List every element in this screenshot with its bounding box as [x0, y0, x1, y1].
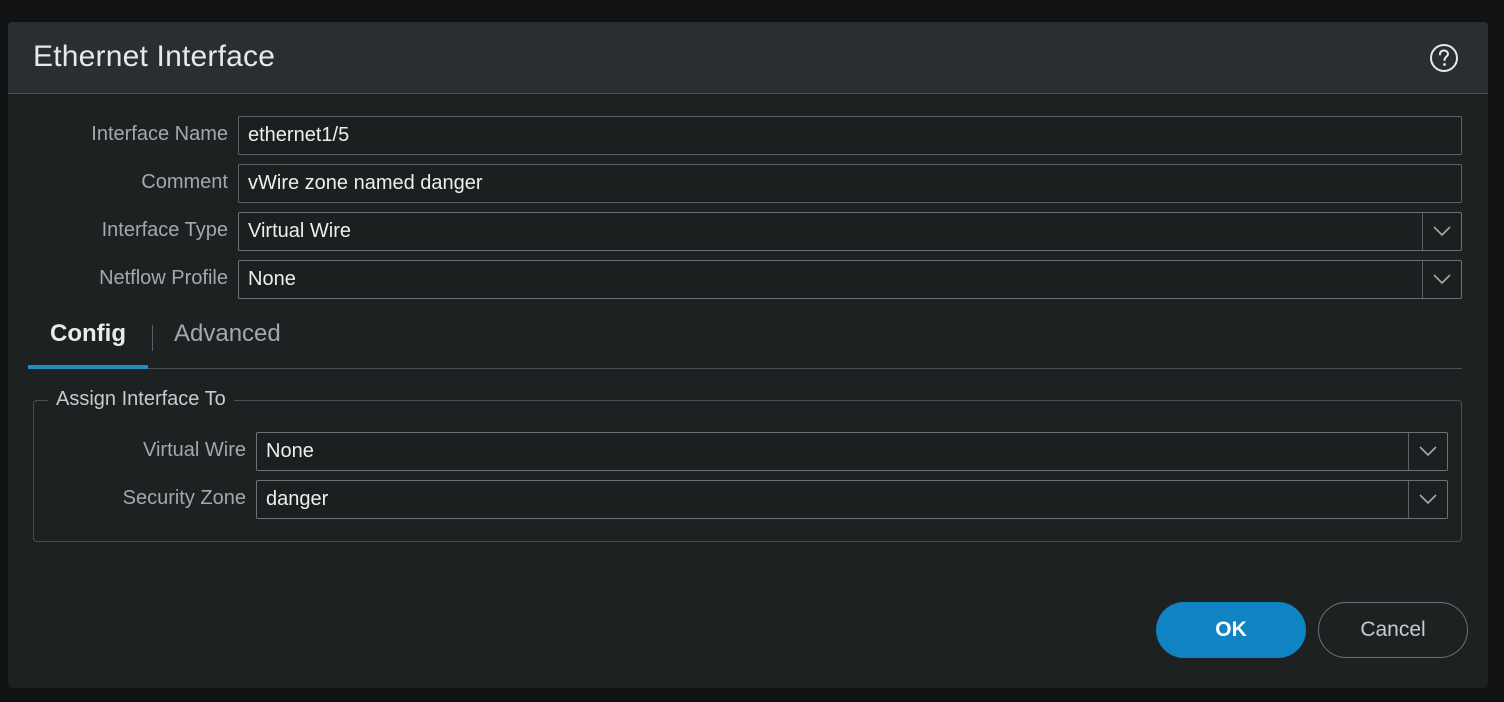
netflow-profile-select[interactable]: None [238, 260, 1462, 299]
comment-input[interactable]: vWire zone named danger [238, 164, 1462, 203]
interface-type-value: Virtual Wire [248, 220, 351, 242]
interface-type-label: Interface Type [101, 219, 228, 241]
tabs-divider [28, 368, 1462, 369]
ok-button[interactable]: OK [1156, 602, 1306, 658]
chevron-down-icon[interactable] [1408, 433, 1447, 470]
virtual-wire-select[interactable]: None [256, 432, 1448, 471]
virtual-wire-label: Virtual Wire [143, 439, 246, 461]
security-zone-select[interactable]: danger [256, 480, 1448, 519]
comment-label: Comment [141, 171, 228, 193]
tab-config[interactable]: Config [50, 320, 126, 348]
interface-name-input[interactable]: ethernet1/5 [238, 116, 1462, 155]
assign-interface-legend: Assign Interface To [48, 388, 234, 411]
security-zone-value: danger [266, 488, 329, 510]
interface-type-select[interactable]: Virtual Wire [238, 212, 1462, 251]
chevron-down-icon[interactable] [1422, 213, 1461, 250]
active-tab-indicator [28, 365, 148, 369]
netflow-profile-value: None [248, 268, 296, 290]
assign-interface-group [33, 400, 1462, 542]
tab-separator [152, 325, 153, 351]
cancel-button[interactable]: Cancel [1318, 602, 1468, 658]
tab-advanced[interactable]: Advanced [174, 320, 281, 348]
chevron-down-icon[interactable] [1408, 481, 1447, 518]
virtual-wire-value: None [266, 440, 314, 462]
chevron-down-icon[interactable] [1422, 261, 1461, 298]
security-zone-label: Security Zone [122, 487, 246, 509]
comment-value: vWire zone named danger [248, 172, 483, 194]
ethernet-interface-dialog: Ethernet Interface Interface Name ethern… [8, 22, 1488, 688]
dialog-title: Ethernet Interface [33, 40, 276, 73]
help-circle-icon[interactable] [1429, 43, 1459, 73]
netflow-profile-label: Netflow Profile [99, 267, 228, 289]
dialog-header: Ethernet Interface [8, 22, 1488, 94]
interface-name-value: ethernet1/5 [248, 124, 350, 146]
interface-name-label: Interface Name [91, 123, 228, 145]
